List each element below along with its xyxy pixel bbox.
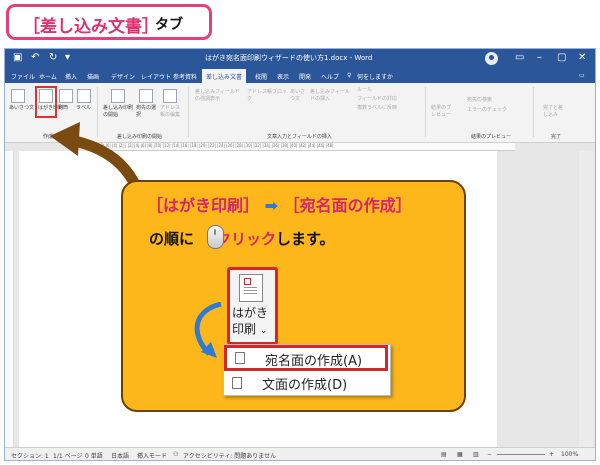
tab-design[interactable]: デザイン (111, 72, 135, 81)
tab-file[interactable]: ファイル (11, 72, 35, 81)
status-accessibility[interactable]: アクセシビリティ: 問題ありません (183, 451, 276, 460)
zoom-out-icon[interactable]: − (487, 451, 492, 458)
address-side-icon (235, 352, 245, 364)
ribbon-finish-merge[interactable]: 完了と差し込み (543, 105, 567, 119)
menu-item-create-address-side[interactable]: 宛名面の作成(A) (224, 345, 388, 371)
ribbon-greeting-line[interactable]: あいさつ文 (290, 89, 308, 103)
instruction-text: の順に クリックします。 (149, 228, 335, 249)
right-arrow-icon: ➡ (264, 196, 278, 215)
ribbon-labels[interactable]: ラベル (76, 105, 91, 112)
tab-insert[interactable]: 挿入 (65, 72, 77, 81)
label-icon (77, 89, 91, 103)
avatar[interactable] (485, 52, 498, 65)
ribbon-highlight-fields[interactable]: 差し込みフィールドの強調表示 (195, 89, 241, 103)
ribbon-edit-list[interactable]: アドレス帳の編集 (160, 105, 184, 119)
group-finish-label: 完了 (551, 134, 562, 140)
customize-qat-icon[interactable]: ▾ (65, 52, 70, 63)
comments-icon[interactable]: ▭ (579, 72, 585, 79)
postcard-dropdown-menu: 宛名面の作成(A) 文面の作成(D) (223, 344, 391, 396)
heading-subtitle: タブ (155, 17, 183, 33)
step-postcard-print: ［はがき印刷］ (147, 196, 260, 215)
menu-item-create-message-label: 文面の作成(D) (262, 378, 348, 393)
lightbulb-icon: ♀ (347, 72, 352, 79)
instruction-suffix: します。 (276, 230, 335, 248)
save-icon[interactable]: ▣ (13, 52, 22, 63)
ribbon-display-icon[interactable]: ▭ (515, 52, 524, 63)
ribbon-check-errors[interactable]: エラーのチェック (467, 107, 507, 114)
minimize-icon[interactable]: – (537, 52, 542, 63)
window-title: はがき宛名面印刷ウィザードの使い方1.docx - Word (205, 54, 373, 62)
status-page: 1/1 ページ (53, 453, 83, 460)
status-language[interactable]: 日本語 (111, 451, 129, 460)
menu-bar: ファイル ホーム 挿入 描画 デザイン レイアウト 参考資料 差し込み文書 校閲… (5, 69, 595, 83)
ribbon-envelope[interactable]: 封筒 (58, 105, 68, 112)
horizontal-ruler: |8| |6| |4| |2| | |2| |4| |6| |8| |10| |… (95, 143, 515, 151)
ribbon-find-recipient[interactable]: 宛先の検索 (467, 97, 492, 104)
ribbon-rules[interactable]: ルール (357, 87, 372, 94)
menu-item-create-address-label: 宛名面の作成(A) (265, 354, 363, 369)
select-recipients-icon (139, 89, 153, 103)
status-bar: セクション: 1 1/1 ページ 0 単語 日本語 挿入モード ⚇ アクセシビリ… (5, 447, 595, 460)
tab-review[interactable]: 校閲 (255, 72, 267, 81)
zoom-slider[interactable] (497, 454, 545, 455)
ribbon-update-labels[interactable]: 複数ラベルに反映 (357, 105, 397, 112)
zoom-level[interactable]: 100% (561, 451, 578, 458)
merge-start-icon (111, 89, 125, 103)
print-layout-icon[interactable]: ▦ (457, 451, 463, 458)
zoom-in-icon[interactable]: + (549, 451, 554, 458)
status-mode[interactable]: 挿入モード (137, 451, 167, 460)
step-sequence: ［はがき印刷］ ➡ ［宛名面の作成］ (147, 192, 412, 216)
greeting-icon (11, 89, 25, 103)
tab-mailings[interactable]: 差し込み文書 (206, 72, 242, 81)
mouse-icon (207, 225, 224, 249)
close-icon[interactable]: ✕ (578, 52, 586, 63)
accessibility-icon: ⚇ (173, 451, 179, 458)
separator (425, 87, 426, 137)
ribbon-greeting[interactable]: あいさつ文 (9, 105, 34, 112)
edit-list-icon (163, 89, 177, 103)
ribbon-insert-field[interactable]: 差し込みフィールドの挿入 (310, 89, 352, 103)
tell-me-search[interactable]: 何をしますか (357, 72, 393, 81)
message-side-icon (232, 377, 242, 389)
separator (533, 87, 534, 137)
postcard-label-line1: はがき (232, 306, 269, 320)
instruction-callout: ［はがき印刷］ ➡ ［宛名面の作成］ の順に クリックします。 はがき 印刷 ⌄ … (121, 180, 466, 412)
instruction-click: クリック (216, 230, 277, 248)
ribbon-address-block[interactable]: アドレス帳ブロック (247, 89, 287, 103)
ribbon-preview-results[interactable]: 結果のプレビュー (431, 105, 451, 119)
envelope-icon (59, 89, 73, 103)
tab-developer[interactable]: 開発 (299, 72, 311, 81)
step-create-address: ［宛名面の作成］ (283, 196, 412, 215)
read-mode-icon[interactable]: ▤ (441, 451, 447, 458)
postcard-icon (239, 274, 263, 302)
postcard-label-line2: 印刷 ⌄ (232, 322, 268, 336)
ribbon-start-merge[interactable]: 差し込み印刷の開始 (103, 105, 133, 119)
group-preview-label: 結果のプレビュー (471, 134, 512, 140)
chevron-down-icon: ⌄ (259, 326, 268, 336)
ribbon-select-recipients[interactable]: 宛先の選択 (136, 105, 158, 119)
redo-icon[interactable]: ↻ (49, 52, 57, 63)
web-layout-icon[interactable]: ▥ (473, 451, 479, 458)
menu-item-create-message-side[interactable]: 文面の作成(D) (224, 371, 388, 394)
separator (188, 87, 189, 137)
tab-view[interactable]: 表示 (277, 72, 289, 81)
instruction-prefix: の順に (149, 230, 195, 248)
group-fields-label: 文章入力とフィールドの挿入 (267, 134, 332, 140)
tab-references[interactable]: 参考資料 (173, 72, 197, 81)
status-words: 0 単語 (85, 453, 103, 460)
tab-heading: ［差し込み文書］ タブ (6, 4, 212, 40)
ribbon-match-fields[interactable]: フィールドの対応 (357, 96, 397, 103)
tab-layout[interactable]: レイアウト (141, 72, 171, 81)
postcard-button-highlight (35, 86, 57, 118)
tab-home[interactable]: ホーム (39, 72, 57, 81)
heading-title: ［差し込み文書］ (23, 17, 159, 37)
vertical-scrollbar[interactable] (579, 151, 593, 447)
undo-icon[interactable]: ↶ (31, 52, 39, 63)
tab-help[interactable]: ヘルプ (321, 72, 339, 81)
title-bar: ▣ ↶ ↻ ▾ はがき宛名面印刷ウィザードの使い方1.docx - Word ▭… (5, 49, 595, 69)
status-section: セクション: 1 (11, 453, 49, 460)
tab-draw[interactable]: 描画 (87, 72, 99, 81)
maximize-icon[interactable]: ▢ (557, 52, 566, 63)
vertical-ruler (5, 151, 14, 447)
